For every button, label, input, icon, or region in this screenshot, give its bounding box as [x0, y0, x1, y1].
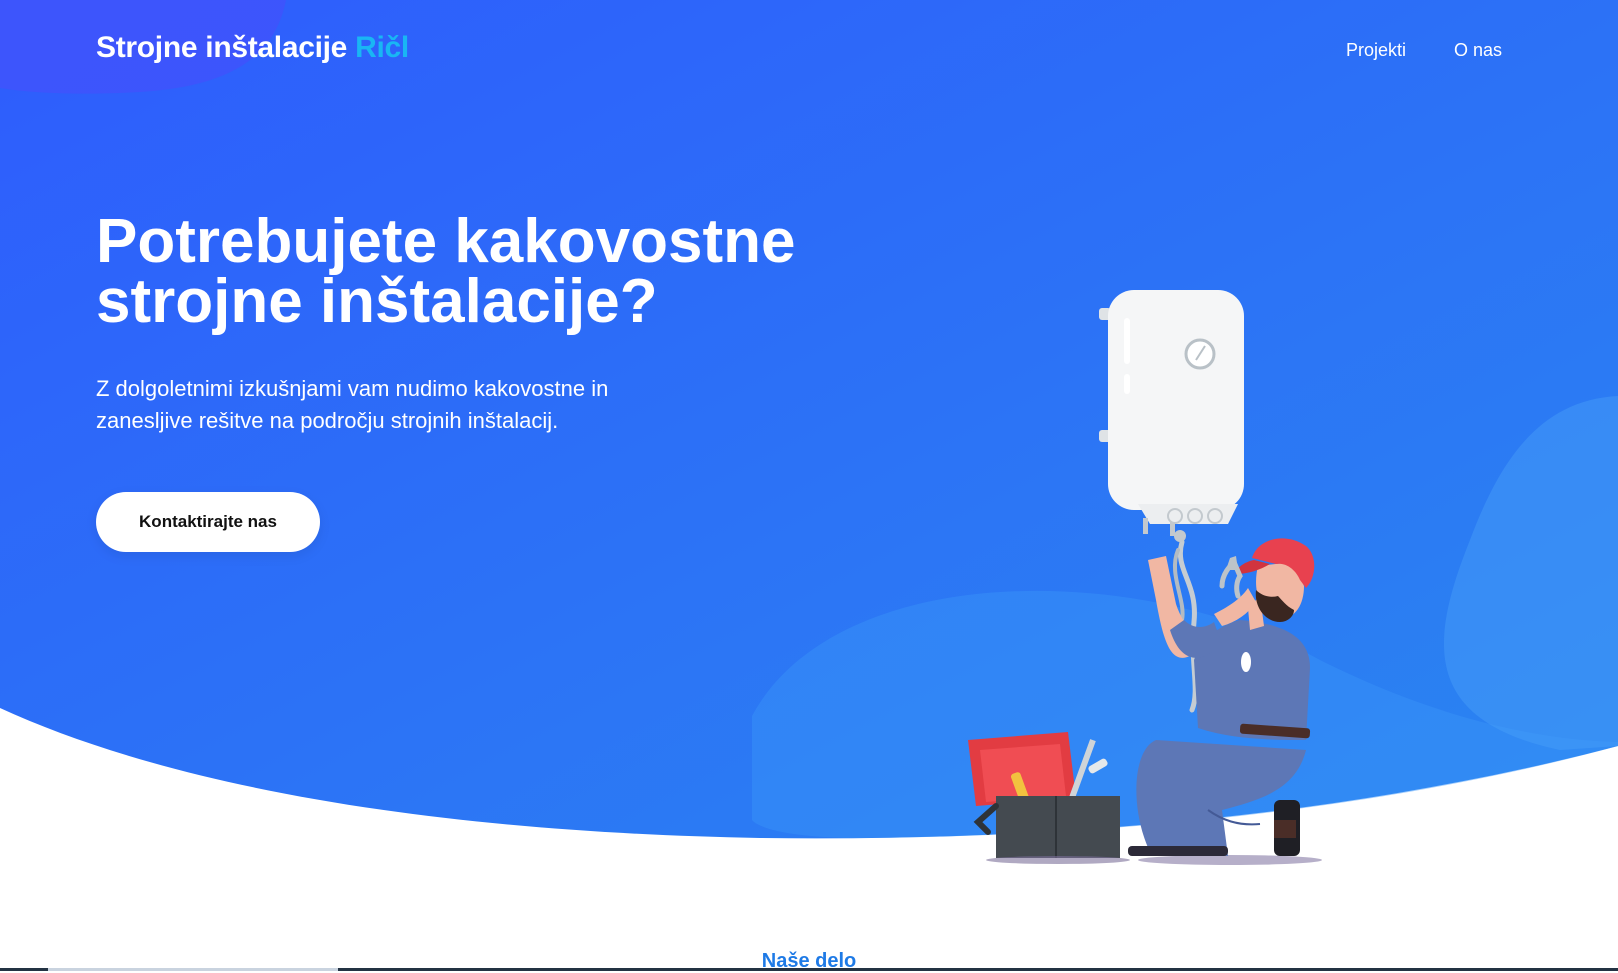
hero-subtitle: Z dolgoletnimi izkušnjami vam nudimo kak…	[96, 373, 696, 437]
brand-name: Strojne inštalacije	[96, 31, 348, 64]
nav-item-o-nas[interactable]: O nas	[1454, 40, 1502, 61]
hero-title-line-2: strojne inštalacije?	[96, 267, 658, 336]
nav-item-projekti[interactable]: Projekti	[1346, 40, 1406, 61]
brand-logo[interactable]: Strojne inštalacije Ričl	[96, 31, 409, 65]
hero-title-line-1: Potrebujete kakovostne	[96, 207, 796, 276]
plumber-water-heater-illustration	[968, 290, 1322, 865]
plumber-icon	[1128, 538, 1322, 865]
main-nav: Projekti O nas	[1346, 40, 1502, 61]
hero-title: Potrebujete kakovostne strojne inštalaci…	[96, 211, 856, 333]
toolbox-icon	[968, 732, 1130, 864]
brand-accent: Ričl	[355, 31, 409, 64]
hero-subtitle-line-2: zanesljive rešitve na področju strojnih …	[96, 408, 559, 433]
water-heater-icon	[1099, 290, 1244, 536]
contact-button[interactable]: Kontaktirajte nas	[96, 492, 320, 552]
hero-subtitle-line-1: Z dolgoletnimi izkušnjami vam nudimo kak…	[96, 376, 609, 401]
